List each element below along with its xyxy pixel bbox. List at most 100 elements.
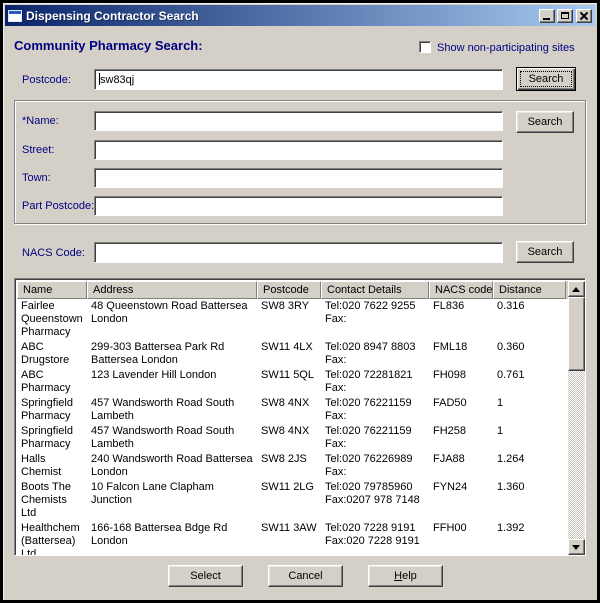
- cell-address: 123 Lavender Hill London: [87, 368, 257, 396]
- table-row[interactable]: Springfield Pharmacy457 Wandsworth Road …: [17, 396, 568, 424]
- close-icon: [579, 11, 589, 21]
- cell-tel: Tel:020 79785960: [325, 481, 426, 494]
- name-label: *Name:: [22, 115, 59, 127]
- minimize-button[interactable]: [539, 9, 555, 23]
- scroll-up-icon: [572, 287, 580, 292]
- scroll-down-button[interactable]: [568, 539, 585, 555]
- column-header-address[interactable]: Address: [87, 281, 257, 299]
- cell-name: Halls Chemist: [17, 452, 87, 480]
- column-header-distance[interactable]: Distance: [493, 281, 566, 299]
- cell-contact: Tel:020 79785960Fax:0207 978 7148: [321, 480, 429, 521]
- cell-fax: Fax:020 7228 9191: [325, 535, 426, 548]
- cell-name: ABC Pharmacy: [17, 368, 87, 396]
- cell-tel: Tel:020 7228 9191: [325, 522, 426, 535]
- cell-tel: Tel:020 76221159: [325, 397, 426, 410]
- table-row[interactable]: Springfield Pharmacy457 Wandsworth Road …: [17, 424, 568, 452]
- name-input[interactable]: [94, 111, 503, 131]
- nacs-search-button[interactable]: Search: [516, 241, 574, 263]
- cell-fax: Fax:: [325, 354, 426, 367]
- cell-fax: Fax:: [325, 410, 426, 423]
- name-search-button[interactable]: Search: [516, 111, 574, 133]
- caption-buttons: [539, 9, 592, 23]
- show-nonparticipating-checkbox[interactable]: [419, 41, 431, 53]
- cell-nacs: FL836: [429, 299, 493, 340]
- cell-postcode: SW8 4NX: [257, 424, 321, 452]
- app-icon: [8, 10, 22, 22]
- cell-distance: 1.392: [493, 521, 566, 555]
- column-header-postcode[interactable]: Postcode: [257, 281, 321, 299]
- cell-tel: Tel:020 7622 9255: [325, 300, 426, 313]
- table-row[interactable]: Healthchem (Battersea) Ltd166-168 Batter…: [17, 521, 568, 555]
- table-row[interactable]: Boots The Chemists Ltd10 Falcon Lane Cla…: [17, 480, 568, 521]
- column-header-name[interactable]: Name: [17, 281, 87, 299]
- cell-tel: Tel:020 72281821: [325, 369, 426, 382]
- cell-name: Springfield Pharmacy: [17, 424, 87, 452]
- cell-distance: 1: [493, 424, 566, 452]
- nacs-code-input[interactable]: [94, 242, 503, 263]
- cell-postcode: SW11 3AW: [257, 521, 321, 555]
- cell-address: 166-168 Battersea Bdge Rd London: [87, 521, 257, 555]
- cell-address: 457 Wandsworth Road South Lambeth: [87, 396, 257, 424]
- cell-distance: 0.360: [493, 340, 566, 368]
- cell-contact: Tel:020 8947 8803Fax:: [321, 340, 429, 368]
- cell-nacs: FYN24: [429, 480, 493, 521]
- cell-address: 10 Falcon Lane Clapham Junction: [87, 480, 257, 521]
- scroll-up-button[interactable]: [568, 281, 585, 297]
- street-label: Street:: [22, 144, 54, 156]
- cell-name: Boots The Chemists Ltd: [17, 480, 87, 521]
- cell-fax: Fax:: [325, 466, 426, 479]
- scrollbar-track[interactable]: [568, 371, 585, 539]
- table-row[interactable]: Halls Chemist240 Wandsworth Road Batters…: [17, 452, 568, 480]
- title-bar[interactable]: Dispensing Contractor Search: [5, 5, 595, 26]
- results-listview: NameAddressPostcodeContact DetailsNACS c…: [14, 278, 586, 556]
- window-title: Dispensing Contractor Search: [26, 9, 539, 23]
- select-button[interactable]: Select: [168, 565, 243, 587]
- cell-postcode: SW11 5QL: [257, 368, 321, 396]
- cell-address: 457 Wandsworth Road South Lambeth: [87, 424, 257, 452]
- cell-contact: Tel:020 7622 9255Fax:: [321, 299, 429, 340]
- cell-address: 299-303 Battersea Park Rd Battersea Lond…: [87, 340, 257, 368]
- part-postcode-input[interactable]: [94, 196, 503, 216]
- cell-nacs: FH098: [429, 368, 493, 396]
- cell-postcode: SW11 4LX: [257, 340, 321, 368]
- column-header-nacs-code[interactable]: NACS code: [429, 281, 493, 299]
- cell-address: 240 Wandsworth Road Battersea London: [87, 452, 257, 480]
- page-title: Community Pharmacy Search:: [14, 38, 203, 53]
- postcode-label: Postcode:: [22, 74, 71, 86]
- cell-name: ABC Drugstore: [17, 340, 87, 368]
- part-postcode-label: Part Postcode:: [22, 200, 94, 212]
- street-input[interactable]: [94, 140, 503, 160]
- close-button[interactable]: [576, 9, 592, 23]
- cell-name: Springfield Pharmacy: [17, 396, 87, 424]
- nacs-code-label: NACS Code:: [22, 247, 85, 259]
- results-rows: Fairlee Queenstown Pharmacy48 Queenstown…: [17, 299, 568, 555]
- cancel-button[interactable]: Cancel: [268, 565, 343, 587]
- cell-address: 48 Queenstown Road Battersea London: [87, 299, 257, 340]
- table-row[interactable]: Fairlee Queenstown Pharmacy48 Queenstown…: [17, 299, 568, 340]
- show-nonparticipating-label: Show non-participating sites: [437, 42, 575, 54]
- cell-contact: Tel:020 7228 9191Fax:020 7228 9191: [321, 521, 429, 555]
- vertical-scrollbar[interactable]: [568, 281, 585, 555]
- scrollbar-thumb[interactable]: [568, 297, 585, 371]
- cell-distance: 0.761: [493, 368, 566, 396]
- maximize-icon: [561, 12, 569, 19]
- column-header-contact-details[interactable]: Contact Details: [321, 281, 429, 299]
- cell-tel: Tel:020 76226989: [325, 453, 426, 466]
- maximize-button[interactable]: [557, 9, 573, 23]
- cell-distance: 1: [493, 396, 566, 424]
- cell-name: Healthchem (Battersea) Ltd: [17, 521, 87, 555]
- table-row[interactable]: ABC Pharmacy123 Lavender Hill LondonSW11…: [17, 368, 568, 396]
- cell-fax: Fax:: [325, 382, 426, 395]
- town-label: Town:: [22, 172, 51, 184]
- town-input[interactable]: [94, 168, 503, 188]
- postcode-input[interactable]: sw83qj: [94, 69, 503, 90]
- postcode-search-button[interactable]: Search: [516, 67, 576, 91]
- cell-contact: Tel:020 76221159Fax:: [321, 424, 429, 452]
- cell-nacs: FH258: [429, 424, 493, 452]
- cell-contact: Tel:020 72281821Fax:: [321, 368, 429, 396]
- cell-contact: Tel:020 76226989Fax:: [321, 452, 429, 480]
- cell-postcode: SW8 2JS: [257, 452, 321, 480]
- table-row[interactable]: ABC Drugstore299-303 Battersea Park Rd B…: [17, 340, 568, 368]
- help-button[interactable]: Help: [368, 565, 443, 587]
- cell-fax: Fax:: [325, 438, 426, 451]
